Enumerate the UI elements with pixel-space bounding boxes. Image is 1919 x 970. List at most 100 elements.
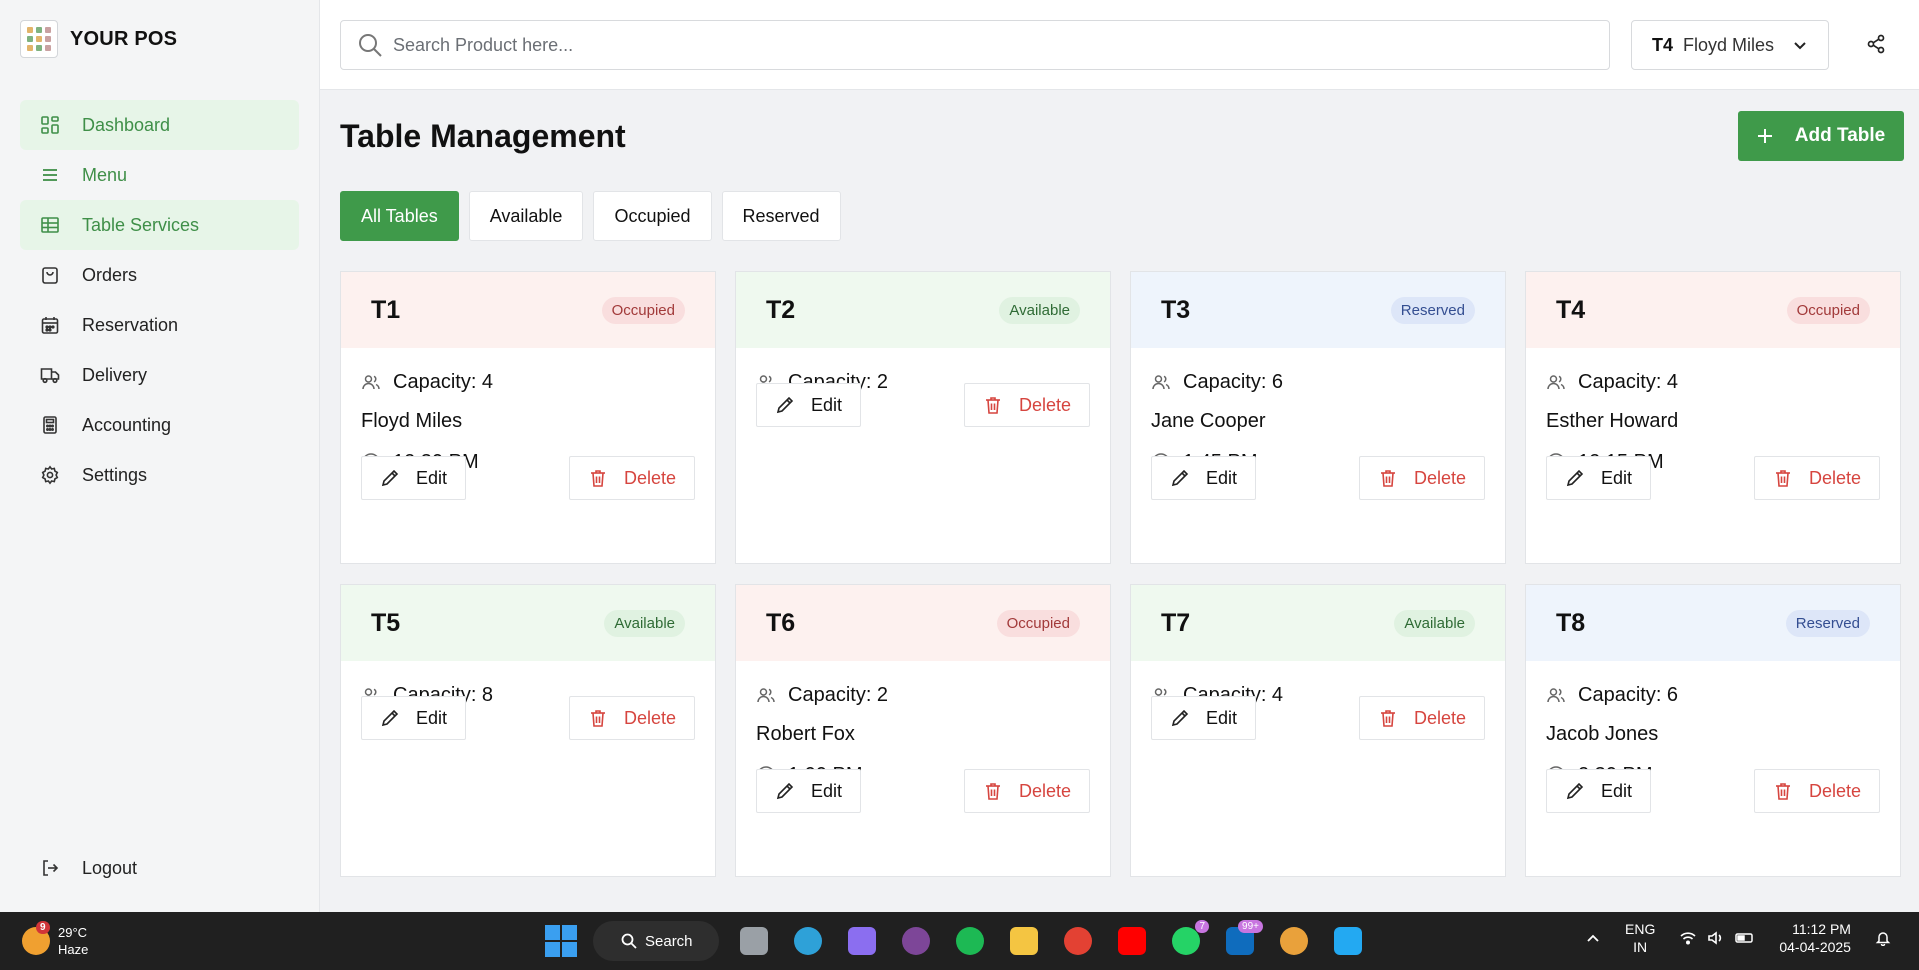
copilot-icon[interactable] <box>843 922 881 960</box>
users-icon <box>1152 375 1170 390</box>
users-icon <box>362 375 380 390</box>
table-card[interactable]: T3 Reserved Capacity: 6Jane Cooper 1:45 … <box>1130 271 1506 564</box>
guest-name: Jacob Jones <box>1546 723 1659 745</box>
share-icon[interactable] <box>1866 34 1886 54</box>
delete-label: Delete <box>1808 780 1861 801</box>
file-explorer-icon[interactable] <box>1005 922 1043 960</box>
add-table-label: Add Table <box>1794 125 1886 146</box>
pencil-icon <box>381 709 399 727</box>
capacity-label: Capacity: 4 <box>393 370 494 393</box>
sidebar-item-menu[interactable]: Menu <box>20 150 299 200</box>
windows-start-icon[interactable] <box>545 925 577 957</box>
tray-icons[interactable] <box>1679 929 1755 947</box>
filter-reserved[interactable]: Reserved <box>721 191 841 241</box>
youtube-icon[interactable] <box>1113 922 1151 960</box>
chevron-up-icon[interactable] <box>1585 930 1601 946</box>
delete-button[interactable]: Delete <box>1358 456 1485 500</box>
sidebar-item-dashboard[interactable]: Dashboard <box>20 100 299 150</box>
table-guest-select[interactable]: T4 Floyd Miles <box>1631 20 1829 70</box>
taskbar-search[interactable]: Search <box>593 921 719 961</box>
filter-all-tables[interactable]: All Tables <box>340 191 459 241</box>
delete-label: Delete <box>1413 467 1466 488</box>
trash-icon <box>1775 470 1790 487</box>
logout-icon <box>43 860 59 876</box>
table-card[interactable]: T4 Occupied Capacity: 4Esther Howard 12:… <box>1525 271 1901 564</box>
table-grid: T1 Occupied Capacity: 4Floyd Miles 12:30… <box>340 271 1901 877</box>
edit-button[interactable]: Edit <box>756 769 862 813</box>
sidebar-item-label: Settings <box>82 464 148 485</box>
tor-browser-icon[interactable] <box>897 922 935 960</box>
table-card[interactable]: T5 Available Capacity: 8 Edit Delete <box>340 584 716 877</box>
grid-icon <box>41 116 59 134</box>
edit-button[interactable]: Edit <box>361 696 467 740</box>
gear-icon <box>41 465 59 485</box>
task-view-icon[interactable] <box>735 922 773 960</box>
whatsapp-icon[interactable]: 7 <box>1167 920 1209 960</box>
edit-button[interactable]: Edit <box>1546 456 1652 500</box>
sidebar-item-orders[interactable]: Orders <box>20 250 299 300</box>
edit-button[interactable]: Edit <box>361 456 467 500</box>
lang-line1: ENG <box>1625 921 1656 937</box>
sidebar-item-reservation[interactable]: Reservation <box>20 300 299 350</box>
edit-button[interactable]: Edit <box>1546 769 1652 813</box>
delete-label: Delete <box>1018 394 1071 415</box>
delete-button[interactable]: Delete <box>568 696 695 740</box>
product-search[interactable] <box>340 20 1610 70</box>
delete-button[interactable]: Delete <box>963 769 1090 813</box>
clock[interactable]: 11:12 PM 04-04-2025 <box>1779 920 1851 956</box>
edit-label: Edit <box>1601 467 1633 488</box>
outlook-icon[interactable]: 99+ <box>1221 920 1263 960</box>
chrome-icon[interactable] <box>1059 922 1097 960</box>
status-badge: Available <box>1394 609 1475 637</box>
sidebar-item-label: Menu <box>82 164 128 185</box>
table-card[interactable]: T7 Available Capacity: 4 Edit Delete <box>1130 584 1506 877</box>
filter-available[interactable]: Available <box>468 191 584 241</box>
capacity-row: Capacity: 6 <box>1151 370 1485 394</box>
delete-button[interactable]: Delete <box>1753 769 1880 813</box>
table-card[interactable]: T1 Occupied Capacity: 4Floyd Miles 12:30… <box>340 271 716 564</box>
delete-label: Delete <box>1018 780 1071 801</box>
plus-icon <box>1757 129 1772 143</box>
chrome-profile-icon[interactable] <box>1275 922 1313 960</box>
search-input[interactable] <box>393 34 1543 56</box>
filter-occupied[interactable]: Occupied <box>593 191 712 241</box>
vscode-icon[interactable] <box>1329 922 1367 960</box>
table-id: T8 <box>1556 608 1586 637</box>
edit-label: Edit <box>1206 467 1238 488</box>
add-table-button[interactable]: Add Table <box>1738 111 1904 161</box>
users-icon <box>757 688 775 703</box>
weather-widget[interactable]: 9 29°C Haze <box>22 921 88 958</box>
outlook-badge: 99+ <box>1238 920 1263 933</box>
search-icon <box>359 34 382 57</box>
spotify-icon[interactable] <box>951 922 989 960</box>
sidebar-item-label: Orders <box>82 264 138 285</box>
trash-icon <box>590 470 605 487</box>
lang-line2: IN <box>1633 939 1648 955</box>
delete-button[interactable]: Delete <box>963 383 1090 427</box>
edit-button[interactable]: Edit <box>1151 456 1257 500</box>
delete-button[interactable]: Delete <box>568 456 695 500</box>
pencil-icon <box>1171 709 1189 727</box>
sidebar-item-delivery[interactable]: Delivery <box>20 350 299 400</box>
delete-button[interactable]: Delete <box>1358 696 1485 740</box>
edit-label: Edit <box>416 707 448 728</box>
battery-icon <box>1735 933 1754 943</box>
delete-button[interactable]: Delete <box>1753 456 1880 500</box>
table-card[interactable]: T6 Occupied Capacity: 2Robert Fox 1:00 P… <box>735 584 1111 877</box>
edit-button[interactable]: Edit <box>1151 696 1257 740</box>
edit-button[interactable]: Edit <box>756 383 862 427</box>
edit-label: Edit <box>1601 780 1633 801</box>
guest-name: Robert Fox <box>756 723 855 745</box>
language-indicator[interactable]: ENG IN <box>1625 920 1655 956</box>
table-card[interactable]: T2 Available Capacity: 2 Edit Delete <box>735 271 1111 564</box>
logout-button[interactable]: Logout <box>20 843 299 893</box>
sidebar-item-settings[interactable]: Settings <box>20 450 299 500</box>
sidebar-item-table-services[interactable]: Table Services <box>20 200 299 250</box>
capacity-label: Capacity: 6 <box>1578 683 1679 706</box>
status-badge: Available <box>999 296 1080 324</box>
users-icon <box>1547 375 1565 390</box>
edge-icon[interactable] <box>789 922 827 960</box>
notification-bell-icon[interactable] <box>1875 930 1891 946</box>
sidebar-item-accounting[interactable]: Accounting <box>20 400 299 450</box>
table-card[interactable]: T8 Reserved Capacity: 6Jacob Jones 2:30 … <box>1525 584 1901 877</box>
